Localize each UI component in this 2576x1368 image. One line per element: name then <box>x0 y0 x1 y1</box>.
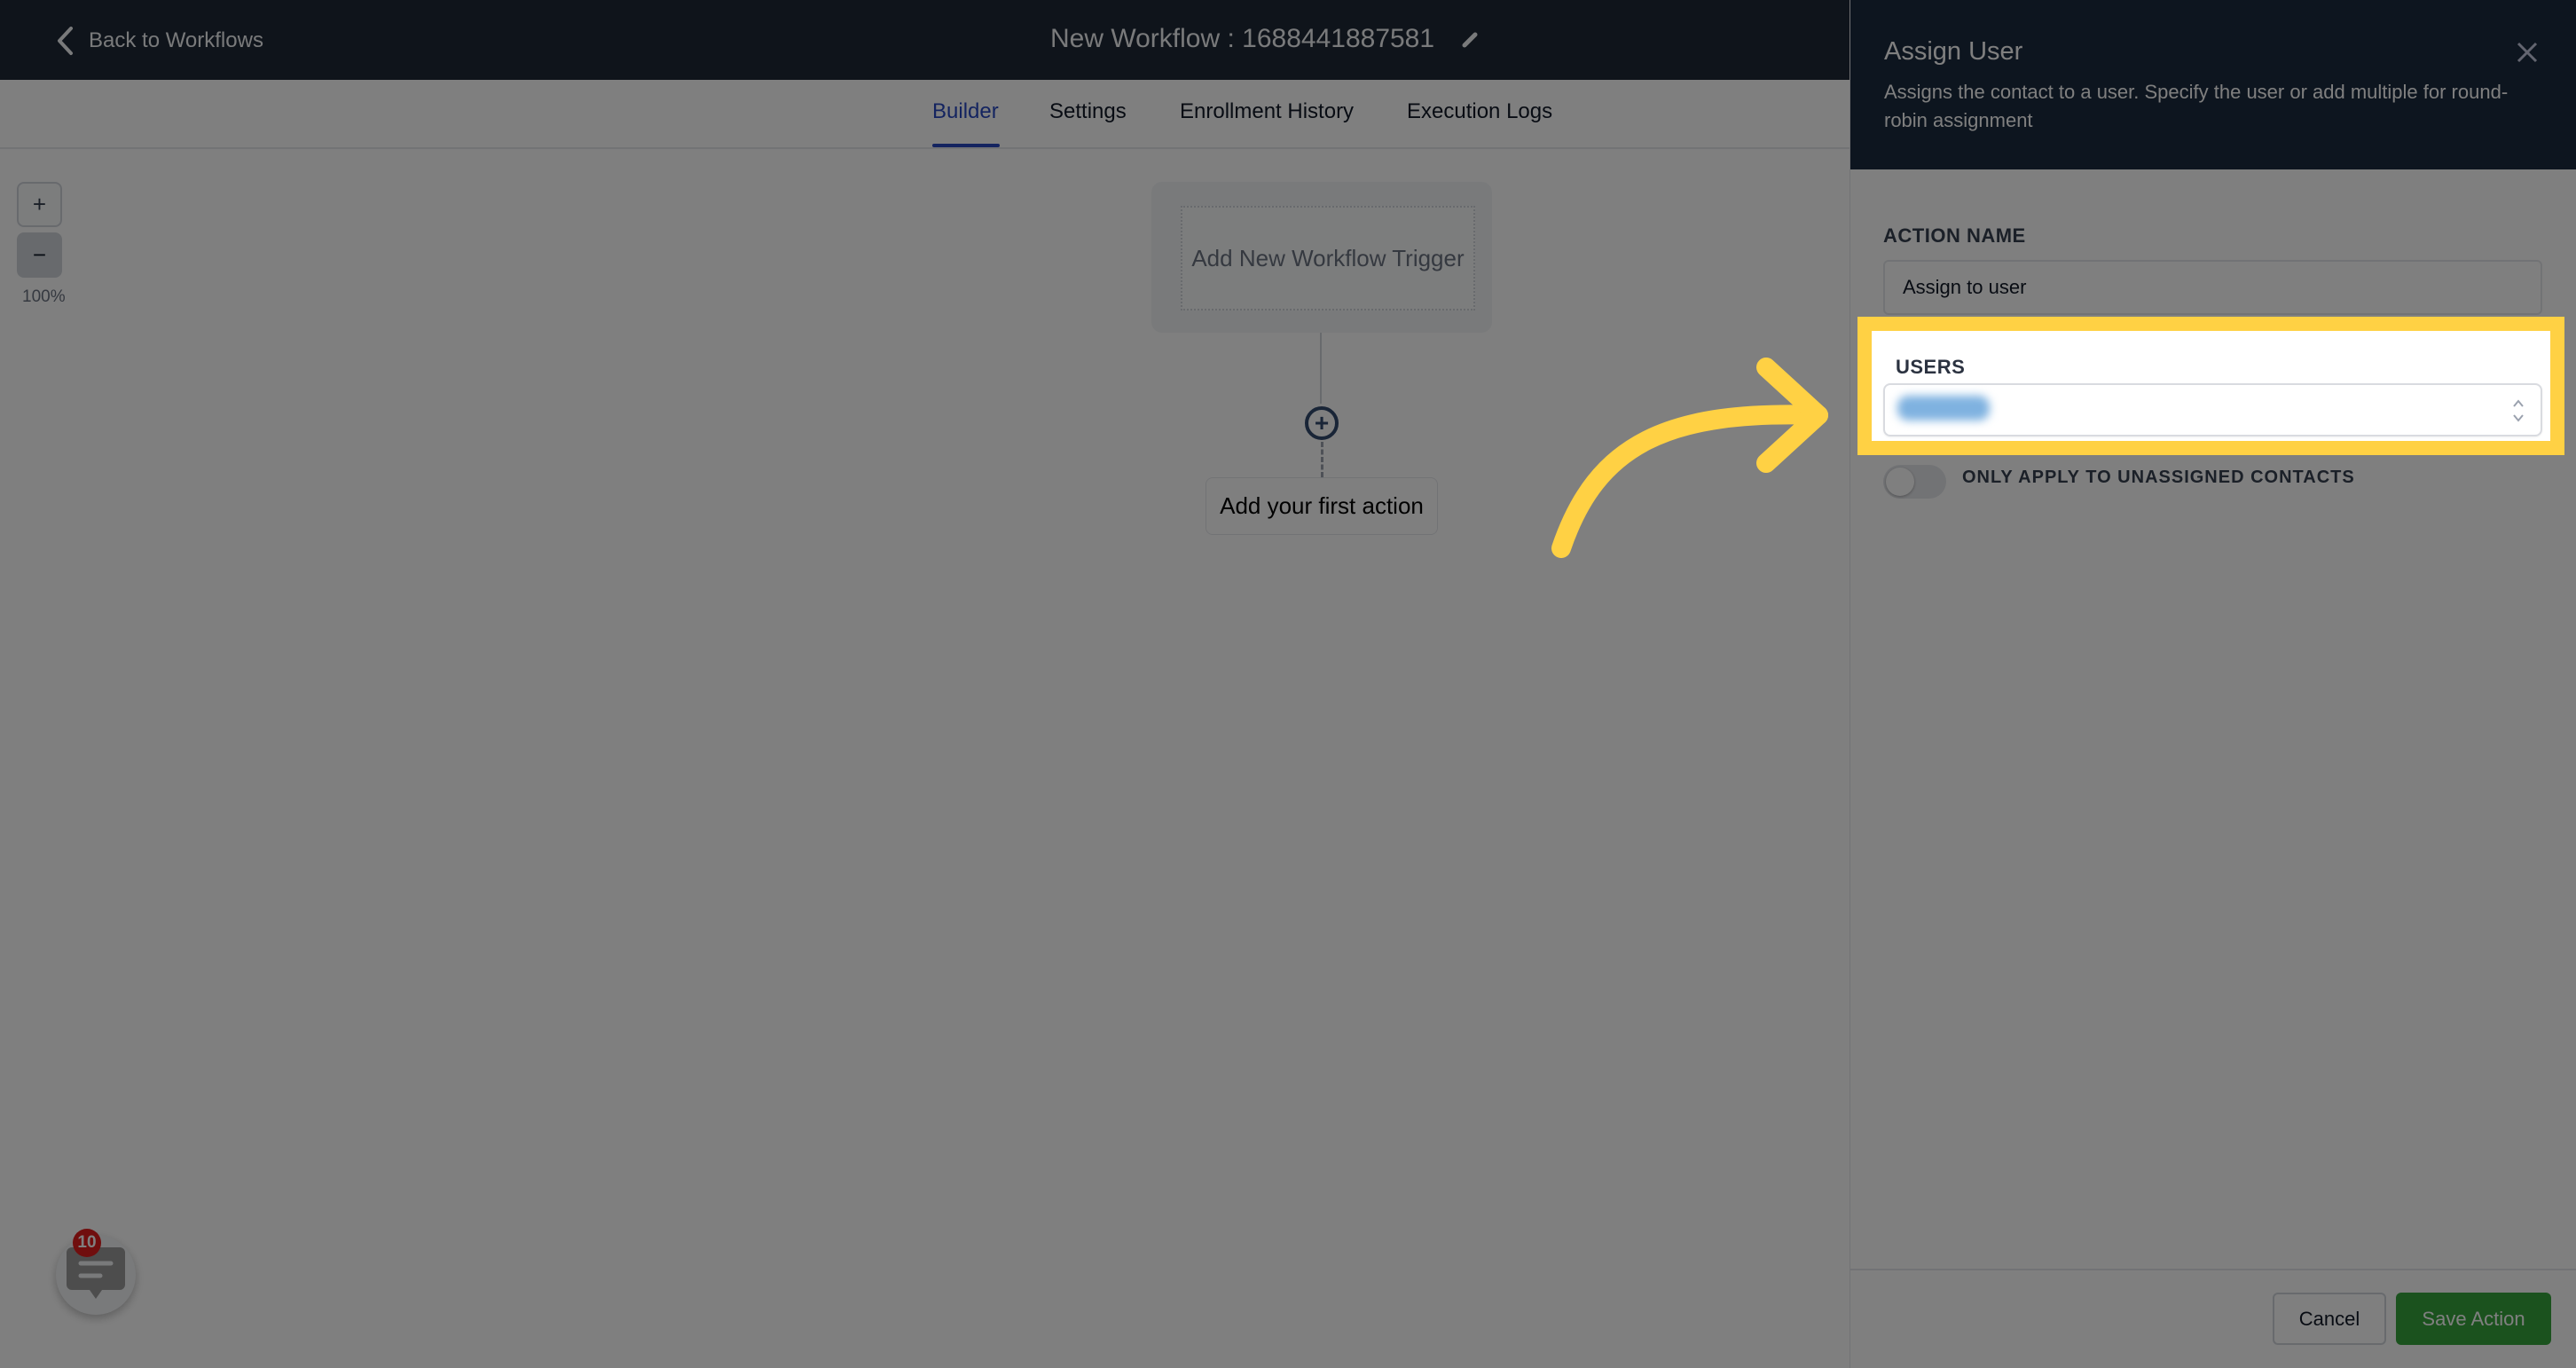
drawer-description: Assigns the contact to a user. Specify t… <box>1884 81 2509 131</box>
select-chevrons-icon <box>2513 399 2524 422</box>
action-name-input[interactable] <box>1883 260 2542 315</box>
tab-builder[interactable]: Builder <box>932 99 999 124</box>
tab-settings[interactable]: Settings <box>1049 99 1127 124</box>
unassigned-only-toggle[interactable] <box>1883 465 1946 499</box>
tab-enrollment-history[interactable]: Enrollment History <box>1180 99 1354 124</box>
cancel-button[interactable]: Cancel <box>2273 1293 2386 1345</box>
assign-user-drawer: Assign User Assigns the contact to a use… <box>1850 0 2576 1368</box>
add-trigger-button[interactable]: Add New Workflow Trigger <box>1181 206 1475 311</box>
back-label: Back to Workflows <box>89 28 263 52</box>
zoom-out-button[interactable]: − <box>17 232 62 278</box>
save-action-button[interactable]: Save Action <box>2396 1293 2551 1345</box>
zoom-level: 100% <box>22 287 66 306</box>
workflow-title-text: New Workflow : 1688441887581 <box>1050 24 1435 53</box>
drawer-header: Assign User Assigns the contact to a use… <box>1850 0 2576 169</box>
workflow-title: New Workflow : 1688441887581 <box>1050 21 1480 57</box>
drawer-title: Assign User <box>1884 37 2023 66</box>
action-name-label: ACTION NAME <box>1883 224 2026 247</box>
footer-divider <box>1850 1269 2576 1270</box>
workflow-canvas[interactable]: + − 100% Add New Workflow Trigger + Add … <box>0 149 1850 1368</box>
blurred-user-chip <box>1897 396 1990 421</box>
workflow-tabs: Builder Settings Enrollment History Exec… <box>0 80 1850 149</box>
back-to-workflows-link[interactable]: Back to Workflows <box>55 25 263 57</box>
add-action-plus-icon[interactable]: + <box>1305 406 1339 440</box>
connector-line <box>1320 333 1322 404</box>
tab-execution-logs[interactable]: Execution Logs <box>1407 99 1552 124</box>
trigger-card: Add New Workflow Trigger <box>1151 182 1492 333</box>
users-select[interactable] <box>1883 383 2542 436</box>
unassigned-only-label: ONLY APPLY TO UNASSIGNED CONTACTS <box>1962 468 2355 487</box>
zoom-in-button[interactable]: + <box>17 182 62 227</box>
dashed-connector <box>1321 442 1323 477</box>
active-tab-indicator <box>932 144 1000 147</box>
users-highlight-box: USERS <box>1857 317 2564 455</box>
close-icon[interactable] <box>2517 42 2538 63</box>
chevron-left-icon <box>58 27 73 55</box>
notification-badge: 10 <box>73 1229 101 1257</box>
users-label: USERS <box>1896 356 1966 378</box>
toggle-knob <box>1886 468 1914 496</box>
edit-pencil-icon[interactable] <box>1461 29 1480 49</box>
add-first-action-button[interactable]: Add your first action <box>1206 477 1438 535</box>
